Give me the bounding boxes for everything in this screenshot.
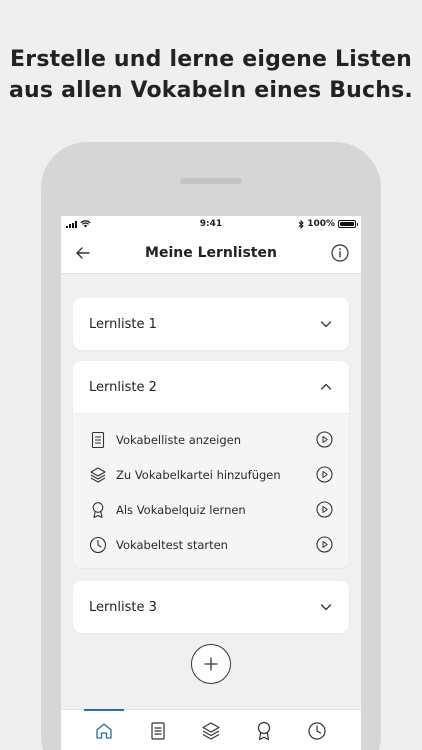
- layers-icon: [90, 466, 106, 483]
- bluetooth-icon: [298, 219, 304, 229]
- list-title-3: Lernliste 3: [89, 599, 157, 615]
- info-icon: [331, 244, 349, 262]
- list-title-1: Lernliste 1: [89, 316, 157, 332]
- page-title: Meine Lernlisten: [145, 245, 277, 261]
- navigation-bar: Meine Lernlisten: [61, 232, 361, 274]
- action-label: Als Vokabelquiz lernen: [116, 502, 246, 517]
- list-card-2: Lernliste 2 Vokabelliste anzeigen Zu Vok…: [73, 361, 349, 568]
- list-card-1: Lernliste 1: [73, 298, 349, 350]
- play-circle-icon: [316, 536, 333, 553]
- list-title-2: Lernliste 2: [89, 379, 157, 395]
- clock-icon: [89, 536, 107, 553]
- add-list-button[interactable]: [191, 644, 231, 684]
- action-show-vocab-list[interactable]: Vokabelliste anzeigen: [73, 422, 349, 457]
- chevron-down-icon: [320, 321, 332, 328]
- home-icon: [96, 723, 112, 739]
- play-circle-icon: [316, 501, 333, 518]
- info-button[interactable]: [330, 243, 350, 263]
- plus-icon: [204, 657, 218, 671]
- play-circle-icon: [316, 431, 333, 448]
- headline-line-2: aus allen Vokabeln eines Buchs.: [9, 78, 413, 103]
- award-icon: [257, 721, 271, 741]
- tab-test[interactable]: [306, 720, 328, 742]
- arrow-left-icon: [76, 247, 90, 259]
- tab-home[interactable]: [93, 720, 115, 742]
- list-card-3: Lernliste 3: [73, 581, 349, 633]
- tab-quiz[interactable]: [253, 720, 275, 742]
- action-label: Vokabelliste anzeigen: [116, 432, 242, 447]
- phone-frame: 9:41 100% Meine Lernlisten Lernliste 1 L…: [41, 142, 381, 750]
- award-icon: [92, 501, 104, 518]
- action-label: Vokabeltest starten: [116, 537, 228, 552]
- battery-percent: 100%: [307, 219, 335, 229]
- back-button[interactable]: [73, 243, 93, 263]
- tab-lists[interactable]: [147, 720, 169, 742]
- layers-icon: [202, 722, 220, 740]
- tab-bar: [61, 709, 361, 750]
- list-header-2[interactable]: Lernliste 2: [73, 361, 349, 413]
- document-icon: [151, 722, 165, 740]
- document-icon: [91, 431, 105, 448]
- active-tab-indicator: [84, 709, 124, 711]
- action-label: Zu Vokabelkartei hinzufügen: [116, 467, 281, 482]
- list-header-3[interactable]: Lernliste 3: [73, 581, 349, 633]
- action-add-to-card-box[interactable]: Zu Vokabelkartei hinzufügen: [73, 457, 349, 492]
- headline: Erstelle und lerne eigene Listen aus all…: [0, 44, 422, 106]
- headline-line-1: Erstelle und lerne eigene Listen: [10, 47, 412, 72]
- list-header-1[interactable]: Lernliste 1: [73, 298, 349, 350]
- clock-icon: [308, 722, 326, 740]
- chevron-down-icon: [320, 604, 332, 611]
- play-circle-icon: [316, 466, 333, 483]
- status-bar: 9:41 100%: [61, 216, 361, 232]
- wifi-icon: [80, 220, 91, 228]
- signal-icon: [66, 220, 77, 228]
- action-start-vocab-test[interactable]: Vokabeltest starten: [73, 527, 349, 562]
- action-learn-as-quiz[interactable]: Als Vokabelquiz lernen: [73, 492, 349, 527]
- list-actions: Vokabelliste anzeigen Zu Vokabelkartei h…: [73, 413, 349, 568]
- battery-icon: [338, 220, 358, 228]
- tab-card-box[interactable]: [200, 720, 222, 742]
- phone-speaker: [180, 178, 242, 184]
- chevron-up-icon: [320, 383, 332, 390]
- app-screen: 9:41 100% Meine Lernlisten Lernliste 1 L…: [61, 216, 361, 750]
